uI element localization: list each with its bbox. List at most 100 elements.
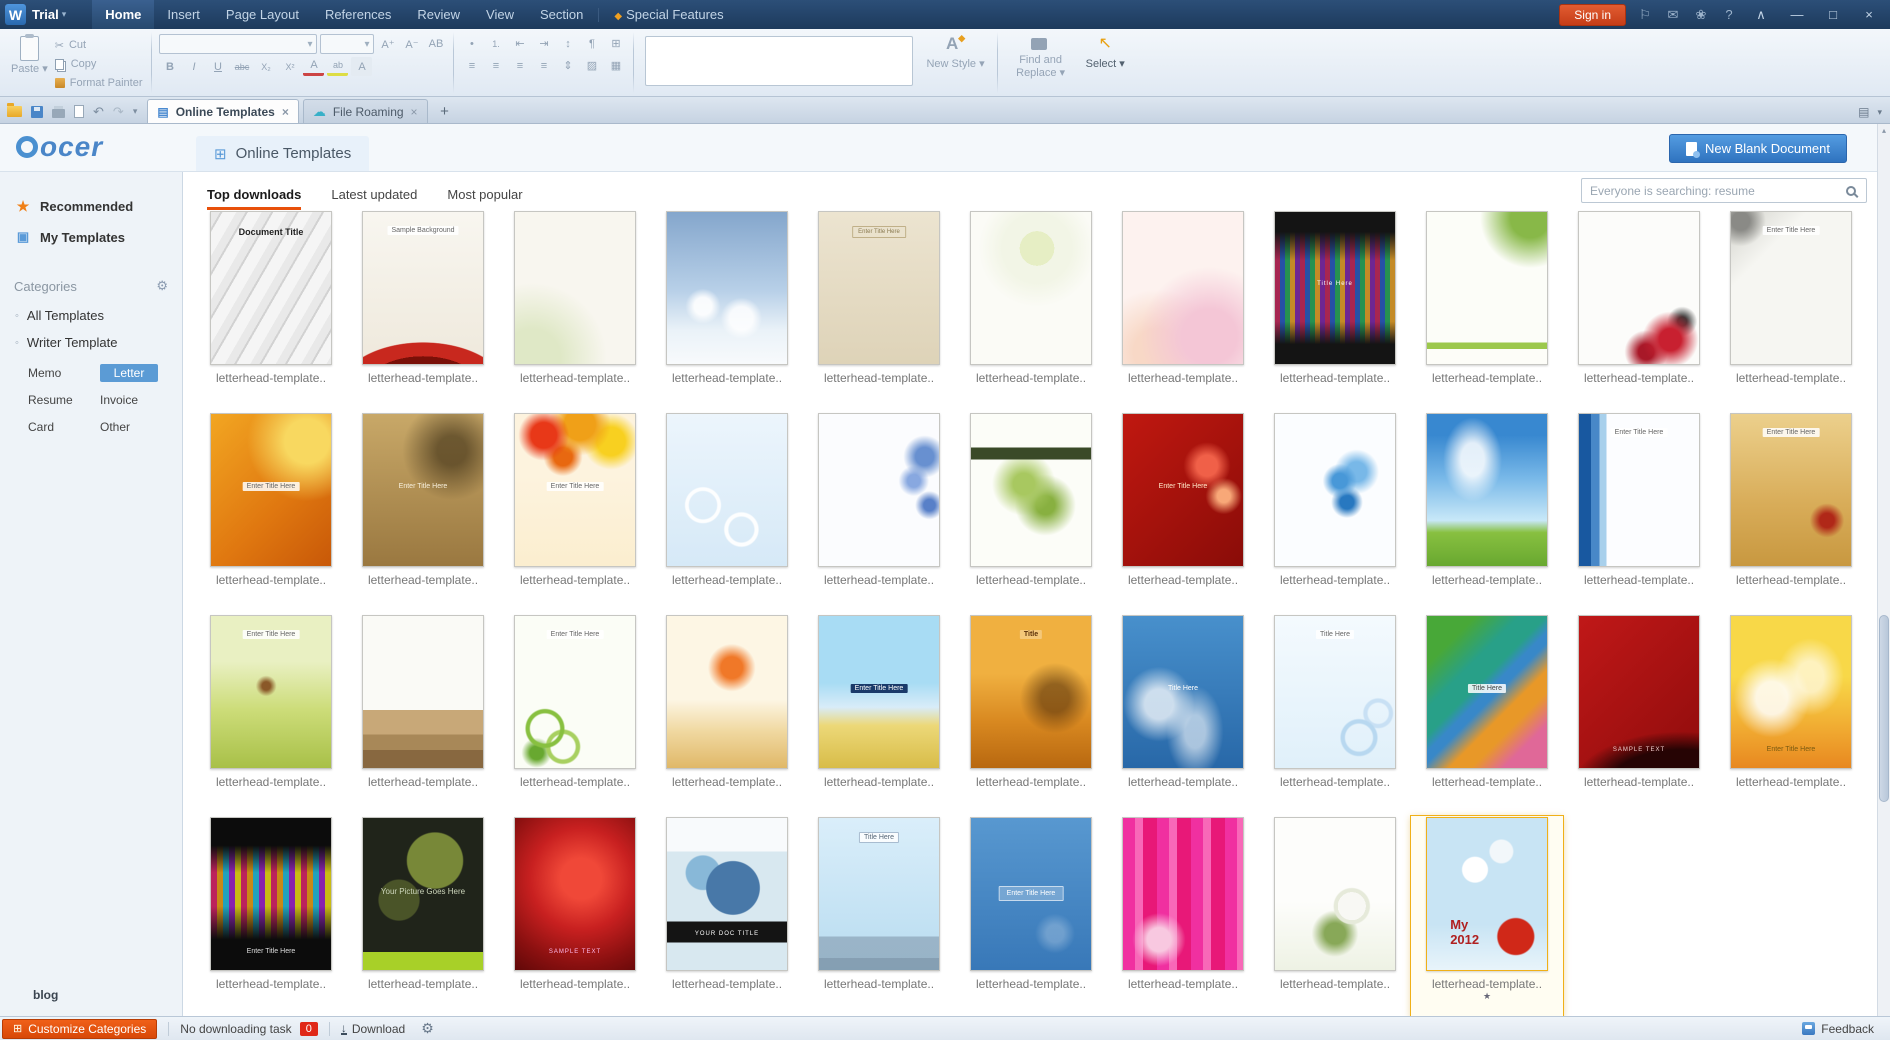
find-replace-button[interactable]: Find and Replace ▾	[1003, 29, 1079, 96]
scroll-up-icon[interactable]: ▴	[1878, 124, 1890, 138]
template-card[interactable]: Enter Title Hereletterhead-template..	[499, 412, 651, 614]
template-thumbnail-branch-corner[interactable]: Enter Title Here	[1730, 211, 1852, 365]
template-thumbnail-origami-2012[interactable]: My 2012	[1426, 817, 1548, 971]
feedback-button[interactable]: Feedback	[1802, 1022, 1890, 1036]
template-thumbnail-red-floral[interactable]	[1578, 211, 1700, 365]
template-card[interactable]: Enter Title Hereletterhead-template..	[195, 412, 347, 614]
subcategory-memo[interactable]: Memo	[28, 364, 86, 382]
message-icon[interactable]: ✉	[1664, 7, 1682, 23]
subscript-button[interactable]: X₂	[255, 57, 276, 76]
menu-insert[interactable]: Insert	[154, 0, 213, 29]
template-card[interactable]: letterhead-template..	[499, 210, 651, 412]
customize-categories-button[interactable]: ⊞ Customize Categories	[2, 1019, 157, 1039]
qat-caret-icon[interactable]: ▾	[133, 105, 138, 118]
categories-gear-icon[interactable]: ⚙	[156, 278, 168, 294]
template-thumbnail-scarecrow[interactable]: Enter Title Here	[210, 615, 332, 769]
new-blank-document-button[interactable]: New Blank Document	[1669, 134, 1847, 163]
template-card[interactable]: Title Hereletterhead-template..	[1259, 210, 1411, 412]
font-color-button[interactable]: A	[303, 57, 324, 76]
template-card[interactable]: Enter Title Hereletterhead-template..	[955, 816, 1107, 1016]
template-card[interactable]: Enter Title Hereletterhead-template..	[1715, 412, 1867, 614]
template-card[interactable]: letterhead-template..	[651, 210, 803, 412]
close-tab-icon[interactable]: ×	[411, 105, 418, 119]
text-direction-button[interactable]: ↕	[557, 34, 578, 53]
template-card[interactable]: letterhead-template..	[347, 614, 499, 816]
template-card[interactable]: letterhead-template..	[1107, 210, 1259, 412]
template-card[interactable]: letterhead-template..	[803, 412, 955, 614]
print-icon[interactable]	[52, 109, 65, 118]
superscript-button[interactable]: X²	[279, 57, 300, 76]
sidebar-item-recommended[interactable]: ★ Recommended	[0, 172, 182, 222]
template-card[interactable]: My 2012letterhead-template..★	[1411, 816, 1563, 1016]
app-menu-caret-icon[interactable]: ▾	[62, 9, 67, 20]
tab-top-downloads[interactable]: Top downloads	[207, 187, 301, 210]
bullets-button[interactable]: •	[461, 34, 482, 53]
trial-badge[interactable]: Trial	[32, 7, 59, 22]
template-card[interactable]: Enter Title Hereletterhead-template..	[499, 614, 651, 816]
bold-button[interactable]: B	[159, 57, 180, 76]
clear-format-button[interactable]: AB	[425, 35, 446, 54]
template-thumbnail-blue-rings[interactable]	[666, 413, 788, 567]
menu-special-features[interactable]: ◆Special Features	[601, 0, 736, 29]
template-card[interactable]: Enter Title Hereletterhead-template..	[803, 210, 955, 412]
template-card[interactable]: letterhead-template..	[1259, 816, 1411, 1016]
template-card[interactable]: YOUR DOC TITLEletterhead-template..	[651, 816, 803, 1016]
vertical-scrollbar[interactable]: ▴	[1877, 124, 1890, 1016]
menu-references[interactable]: References	[312, 0, 404, 29]
template-thumbnail-logo-circles[interactable]: YOUR DOC TITLE	[666, 817, 788, 971]
menu-home[interactable]: Home	[92, 0, 154, 29]
format-painter-button[interactable]: Format Painter	[55, 75, 143, 91]
blog-link[interactable]: blog	[33, 988, 58, 1002]
save-icon[interactable]	[31, 106, 43, 118]
template-card[interactable]: Enter Title Hereletterhead-template..	[1107, 412, 1259, 614]
docer-logo[interactable]: ocer	[16, 133, 103, 161]
template-thumbnail-news-collage[interactable]: Document Title	[210, 211, 332, 365]
template-thumbnail-tan-branch[interactable]: Enter Title Here	[362, 413, 484, 567]
template-thumbnail-orange-swirl[interactable]: Enter Title Here	[210, 413, 332, 567]
template-card[interactable]: Title Hereletterhead-template..	[803, 816, 955, 1016]
close-button[interactable]: ×	[1856, 7, 1882, 22]
table-button[interactable]: ▦	[605, 56, 626, 75]
template-thumbnail-green-leaf-top[interactable]	[1426, 211, 1548, 365]
template-card[interactable]: Enter Title Hereletterhead-template..	[347, 412, 499, 614]
sidebar-item-all-templates[interactable]: ◦ All Templates	[0, 302, 182, 329]
template-thumbnail-autumn-leaves[interactable]: Enter Title Here	[514, 413, 636, 567]
tab-list-caret-icon[interactable]: ▾	[1877, 107, 1882, 118]
template-thumbnail-pale-rings[interactable]: Title Here	[1274, 615, 1396, 769]
subcategory-resume[interactable]: Resume	[28, 391, 86, 409]
template-card[interactable]: Title Hereletterhead-template..	[1411, 614, 1563, 816]
template-thumbnail-cream-plain[interactable]	[514, 211, 636, 365]
font-size-combo[interactable]: ▾	[320, 34, 374, 54]
skin-icon[interactable]: ❀	[1692, 7, 1710, 23]
template-thumbnail-blue-edge-left[interactable]: Enter Title Here	[1578, 413, 1700, 567]
template-card[interactable]: SAMPLE TEXTletterhead-template..	[1563, 614, 1715, 816]
new-tab-button[interactable]: +	[434, 100, 456, 122]
template-thumbnail-pixel-mosaic[interactable]: Enter Title Here	[210, 817, 332, 971]
menu-review[interactable]: Review	[404, 0, 473, 29]
minimize-button[interactable]: —	[1784, 7, 1810, 22]
template-thumbnail-photo-circles[interactable]: Your Picture Goes Here	[362, 817, 484, 971]
template-card[interactable]: letterhead-template..	[651, 614, 803, 816]
template-thumbnail-rainbow-curtain[interactable]: Title Here	[1274, 211, 1396, 365]
undo-icon[interactable]: ↶	[93, 105, 104, 118]
template-thumbnail-amber-tree[interactable]: Title	[970, 615, 1092, 769]
download-button[interactable]: ↓ Download	[341, 1022, 405, 1036]
subcategory-card[interactable]: Card	[28, 418, 86, 436]
subcategory-other[interactable]: Other	[100, 418, 158, 436]
tab-most-popular[interactable]: Most popular	[447, 187, 522, 210]
template-card[interactable]: Enter Title Hereletterhead-template..	[1563, 412, 1715, 614]
increase-font-button[interactable]: A⁺	[377, 35, 398, 54]
new-style-button[interactable]: A◆ New Style ▾	[919, 29, 991, 96]
template-thumbnail-white-rose[interactable]	[1274, 817, 1396, 971]
switch-window-icon[interactable]: ▤	[1858, 105, 1869, 119]
menu-page-layout[interactable]: Page Layout	[213, 0, 312, 29]
numbering-button[interactable]: 1.	[485, 34, 506, 53]
template-thumbnail-blue-box[interactable]: Enter Title Here	[970, 817, 1092, 971]
italic-button[interactable]: I	[183, 57, 204, 76]
template-thumbnail-golden-clouds[interactable]: Enter Title Here	[1730, 615, 1852, 769]
template-thumbnail-ocean-swirl[interactable]: Title Here	[1122, 615, 1244, 769]
paste-button[interactable]: Paste ▾	[4, 33, 55, 79]
template-card[interactable]: letterhead-template..	[1259, 412, 1411, 614]
borders-button[interactable]: ⊞	[605, 34, 626, 53]
sign-in-button[interactable]: Sign in	[1559, 4, 1626, 26]
